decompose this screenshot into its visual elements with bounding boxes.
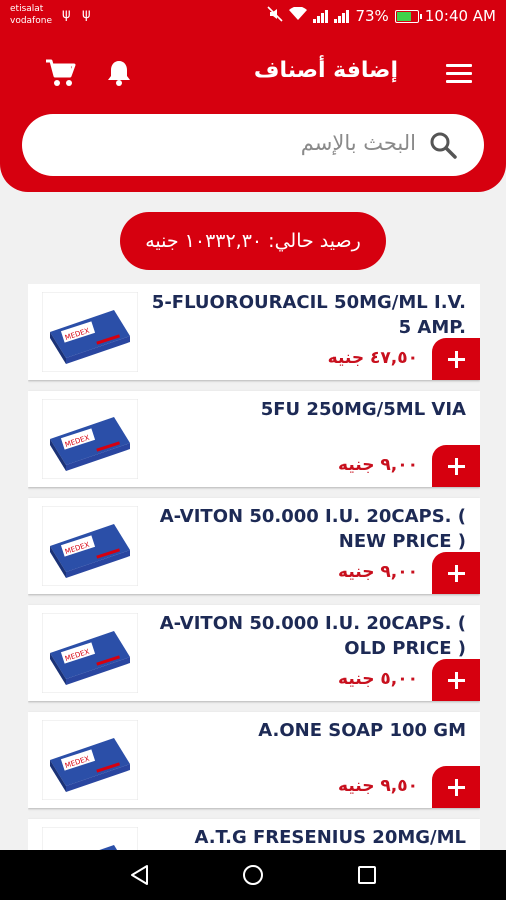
status-bar: etisalat vodafone ψ ψ 73% 10:40 AM: [0, 0, 506, 36]
balance-badge: رصيد حالي: ١٠٣٣٢,٣٠ جنيه: [120, 212, 386, 270]
product-name: A-VITON 50.000 I.U. 20CAPS. ( NEW PRICE …: [159, 506, 466, 552]
product-name: 5FU 250MG/5ML VIA: [260, 399, 466, 420]
product-card[interactable]: MEDEX A.ONE SOAP 100 GM ٩,٥٠ جنيه: [28, 712, 480, 808]
mute-icon: [267, 6, 284, 26]
battery-charging-icon: [394, 9, 422, 23]
carrier-info: etisalat vodafone: [10, 3, 52, 27]
search-placeholder: البحث بالإسم: [300, 131, 416, 155]
signal-icon: [334, 9, 350, 23]
recent-apps-icon[interactable]: [355, 863, 379, 887]
product-name: A.T.G FRESENIUS 20MG/ML: [194, 827, 466, 848]
product-price: ٥,٠٠ جنيه: [338, 669, 418, 689]
notification-bell-icon[interactable]: [104, 58, 134, 88]
home-icon[interactable]: [241, 863, 265, 887]
product-name: A.ONE SOAP 100 GM: [258, 720, 466, 741]
app-bar: إضافة أصناف: [0, 44, 506, 104]
product-card[interactable]: MEDEX A-VITON 50.000 I.U. 20CAPS. ( NEW …: [28, 498, 480, 594]
usb-icon: ψ: [62, 7, 71, 22]
product-card[interactable]: MEDEX 5-FLUOROURACIL 50MG/ML I.V. 5 AMP.…: [28, 284, 480, 380]
medicine-box-image: MEDEX: [41, 612, 139, 694]
product-price: ٩,٥٠ جنيه: [338, 776, 418, 796]
medicine-box-image: MEDEX: [41, 826, 139, 850]
carrier-2: vodafone: [10, 16, 52, 26]
add-to-cart-button[interactable]: [432, 766, 480, 808]
product-card[interactable]: MEDEX A.T.G FRESENIUS 20MG/ML: [28, 819, 480, 850]
page-title: إضافة أصناف: [253, 58, 398, 83]
usb-icon: ψ: [82, 7, 91, 22]
status-icons: 73% 10:40 AM: [267, 6, 496, 26]
menu-icon[interactable]: [446, 64, 472, 84]
search-input[interactable]: البحث بالإسم: [22, 114, 484, 176]
product-card[interactable]: MEDEX 5FU 250MG/5ML VIA ٩,٠٠ جنيه: [28, 391, 480, 487]
clock: 10:40 AM: [424, 7, 496, 25]
add-to-cart-button[interactable]: [432, 445, 480, 487]
carrier-1: etisalat: [10, 4, 44, 14]
signal-icon: [313, 9, 329, 23]
add-to-cart-button[interactable]: [432, 552, 480, 594]
back-icon[interactable]: [128, 863, 152, 887]
product-price: ٩,٠٠ جنيه: [338, 562, 418, 582]
product-name: 5-FLUOROURACIL 50MG/ML I.V. 5 AMP.: [151, 292, 466, 338]
medicine-box-image: MEDEX: [41, 398, 139, 480]
product-name: A-VITON 50.000 I.U. 20CAPS. ( OLD PRICE …: [159, 613, 466, 659]
add-to-cart-button[interactable]: [432, 659, 480, 701]
shopping-cart-icon[interactable]: [44, 58, 78, 88]
product-price: ٤٧,٥٠ جنيه: [327, 348, 418, 368]
product-card[interactable]: MEDEX A-VITON 50.000 I.U. 20CAPS. ( OLD …: [28, 605, 480, 701]
search-icon: [428, 130, 458, 160]
navigation-bar: [0, 850, 506, 900]
medicine-box-image: MEDEX: [41, 505, 139, 587]
add-to-cart-button[interactable]: [432, 338, 480, 380]
battery-percent: 73%: [355, 7, 389, 25]
product-price: ٩,٠٠ جنيه: [338, 455, 418, 475]
medicine-box-image: MEDEX: [41, 291, 139, 373]
medicine-box-image: MEDEX: [41, 719, 139, 801]
wifi-icon: [289, 6, 308, 25]
product-list[interactable]: MEDEX 5-FLUOROURACIL 50MG/ML I.V. 5 AMP.…: [28, 284, 480, 850]
